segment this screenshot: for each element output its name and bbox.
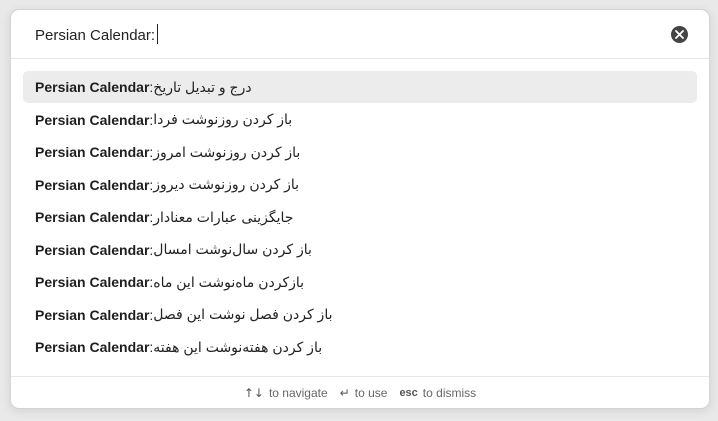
clear-input-button[interactable] [671,26,688,43]
suggestion-item[interactable]: Persian Calendar: باز کردن فصل نوشت این ف… [23,299,697,331]
suggestion-list: Persian Calendar: درج و تبدیل تاریخ Persia… [23,71,697,364]
suggestion-command-name: باز کردن روزنوشت فردا [153,111,293,127]
suggestion-plugin-name: Persian Calendar [35,339,150,355]
enter-key-icon: ↵ [339,386,350,400]
suggestion-plugin-name: Persian Calendar [35,306,150,323]
suggestion-command-name: باز کردن روزنوشت دیروز [153,176,300,192]
suggestion-command-name: جایگزینی عبارات معنادار [153,208,294,225]
suggestion-item[interactable]: Persian Calendar: باز کردن روزنوشت امروز [23,136,697,168]
prompt-input-row: Persian Calendar: [11,10,709,59]
suggestion-plugin-name: Persian Calendar [35,241,150,258]
suggestion-plugin-name: Persian Calendar [35,111,150,128]
navigate-hint-label: to navigate [268,386,328,400]
suggestion-command-name: باز کردن هفته‌نوشت این هفته [153,338,323,355]
prompt-input-value: Persian Calendar: [35,27,156,44]
suggestion-plugin-name: Persian Calendar [35,209,150,225]
use-hint-label: to use [354,386,388,400]
suggestion-item[interactable]: Persian Calendar: درج و تبدیل تاریخ [23,71,697,103]
suggestion-item[interactable]: Persian Calendar: باز کردن سال‌نوشت امسال [23,234,697,266]
suggestion-item[interactable]: Persian Calendar: باز کردن روزنوشت دیروز [23,169,697,201]
prompt-input[interactable]: Persian Calendar: [35,24,635,46]
suggestion-plugin-name: Persian Calendar [35,274,150,290]
suggestion-item[interactable]: Persian Calendar: جایگزینی عبارات معنادار [23,201,697,233]
suggestion-plugin-name: Persian Calendar [35,144,150,160]
suggestion-item[interactable]: Persian Calendar: باز کردن روزنوشت فردا [23,104,697,136]
navigate-hint: ↑↓ to navigate [244,386,328,400]
suggestion-command-name: باز کردن سال‌نوشت امسال [153,241,312,257]
suggestion-plugin-name: Persian Calendar [35,176,150,193]
dismiss-hint-label: to dismiss [422,386,477,400]
command-palette: Persian Calendar: Persian Calendar: درج و… [10,9,710,409]
dismiss-hint: esc to dismiss [399,386,476,400]
suggestion-command-name: درج و تبدیل تاریخ [153,78,252,95]
instructions-footer: ↑↓ to navigate ↵ to use esc to dismiss [11,376,709,408]
esc-key: esc [399,387,418,399]
suggestion-command-name: بازکردن ماه‌نوشت این ماه [153,273,305,290]
suggestion-item[interactable]: Persian Calendar: بازکردن ماه‌نوشت این ما… [23,266,697,298]
arrow-keys-icon: ↑↓ [243,386,264,400]
suggestion-command-name: باز کردن روزنوشت امروز [153,143,301,160]
suggestion-command-name: باز کردن فصل نوشت این فصل [153,306,333,322]
suggestion-plugin-name: Persian Calendar [35,79,150,95]
suggestion-item[interactable]: Persian Calendar: باز کردن هفته‌نوشت این … [23,331,697,363]
use-hint: ↵ to use [340,386,388,400]
text-caret [157,24,159,44]
close-icon [675,30,684,39]
